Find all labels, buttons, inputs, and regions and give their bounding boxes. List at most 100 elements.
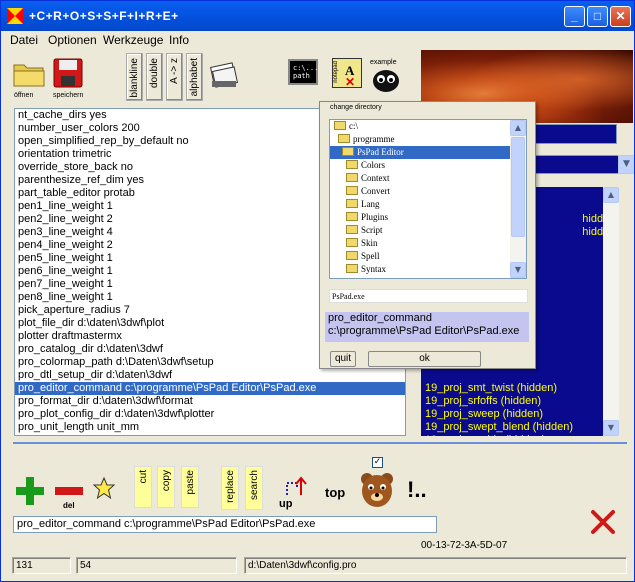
directory-item[interactable]: Lang: [330, 198, 512, 211]
list-item[interactable]: pro_unit_length unit_mm: [15, 421, 405, 434]
list-item[interactable]: 19_proj_swept_blend (hidden): [421, 421, 619, 434]
search-button[interactable]: search: [245, 466, 263, 510]
directory-item[interactable]: Script: [330, 224, 512, 237]
separator: [13, 442, 627, 444]
list-item[interactable]: pro_dtl_setup_dir d:\daten\3dwf: [15, 369, 405, 382]
save-label: speichern: [53, 92, 84, 99]
double-button[interactable]: double: [146, 53, 163, 101]
title-bar[interactable]: +C+R+O+S+S+F+I+R+E+ _ □ ✕: [1, 1, 634, 31]
list-item[interactable]: 19_proj_sweep (hidden): [421, 408, 619, 421]
cut-button[interactable]: cut: [134, 466, 152, 508]
maximize-button[interactable]: □: [587, 6, 608, 27]
menu-datei[interactable]: Datei: [10, 33, 38, 47]
directory-label: Syntax: [361, 264, 387, 274]
list-item[interactable]: 19_proj_swpbln (hidden): [421, 434, 619, 436]
minimize-button[interactable]: _: [564, 6, 585, 27]
folder-icon: [346, 173, 358, 182]
directory-item[interactable]: Colors: [330, 159, 512, 172]
directory-label: programme: [353, 134, 395, 144]
close-button[interactable]: ✕: [610, 6, 631, 27]
option-checkbox[interactable]: ✓: [372, 457, 383, 468]
mac-address: 00-13-72-3A-5D-07: [421, 540, 508, 551]
directory-item[interactable]: Context: [330, 172, 512, 185]
example-label: example: [370, 59, 397, 66]
exit-x-icon[interactable]: [590, 509, 616, 535]
scroll-down-icon[interactable]: ▼: [603, 420, 619, 436]
folder-icon: [346, 251, 358, 260]
list-item[interactable]: en): [421, 369, 619, 382]
command-input[interactable]: pro_editor_command c:\programme\PsPad Ed…: [13, 516, 437, 533]
menu-bar: Datei Optionen Werkzeuge Info: [1, 31, 634, 49]
open-folder-icon[interactable]: [13, 59, 45, 87]
directory-label: Plugins: [361, 212, 389, 222]
change-directory-dialog: change directory c:\ programme PsPad Edito…: [319, 101, 536, 369]
list-item[interactable]: 19_proj_srfoffs (hidden): [421, 395, 619, 408]
dialog-info: pro_editor_command c:\programme\PsPad Ed…: [325, 312, 529, 342]
directory-label: Context: [361, 173, 390, 183]
filename-field[interactable]: PsPad.exe: [329, 289, 528, 303]
menu-optionen[interactable]: Optionen: [48, 33, 97, 47]
scroll-thumb[interactable]: [511, 137, 525, 237]
star-icon[interactable]: [93, 477, 115, 499]
card-file-icon[interactable]: [208, 59, 240, 89]
folder-icon: [346, 199, 358, 208]
status-line: 54: [76, 557, 237, 574]
scroll-up-icon[interactable]: ▲: [603, 187, 619, 203]
list-item[interactable]: pro_format_dir d:\daten\3dwf\format: [15, 395, 405, 408]
copy-button[interactable]: copy: [157, 466, 175, 508]
bear-icon[interactable]: [359, 471, 395, 509]
right-list-scrollbar[interactable]: ▲ ▼: [603, 187, 619, 436]
directory-item[interactable]: Convert: [330, 185, 512, 198]
directory-item[interactable]: PsPad Editor: [330, 146, 512, 159]
folder-icon: [346, 264, 358, 273]
alphabet-button[interactable]: alphabet: [186, 53, 203, 101]
scroll-down-icon[interactable]: ▼: [510, 262, 526, 278]
ok-button[interactable]: ok: [368, 351, 481, 367]
delete-minus-icon[interactable]: [54, 485, 84, 497]
folder-icon: [346, 238, 358, 247]
list-item[interactable]: 19_proj_smt_twist (hidden): [421, 382, 619, 395]
paste-button[interactable]: paste: [181, 466, 199, 508]
chevron-down-icon[interactable]: ▼: [618, 155, 634, 174]
example-ghost-icon[interactable]: [371, 67, 401, 93]
top-button[interactable]: top: [325, 485, 345, 500]
folder-icon: [346, 186, 358, 195]
directory-list[interactable]: c:\ programme PsPad Editor Colors Context Con…: [329, 119, 527, 279]
status-path: d:\Daten\3dwf\config.pro: [244, 557, 627, 574]
move-up-arrow-icon[interactable]: [281, 475, 309, 497]
list-item[interactable]: pro_editor_command c:\programme\PsPad Ed…: [15, 382, 405, 395]
up-label[interactable]: up: [279, 498, 292, 510]
directory-item[interactable]: Spell: [330, 250, 512, 263]
directory-item[interactable]: Syntax: [330, 263, 512, 276]
replace-button[interactable]: replace: [221, 466, 239, 510]
path-icon[interactable]: c:\... path: [288, 59, 318, 85]
dialog-info-key: pro_editor_command: [328, 312, 432, 324]
directory-label: Script: [361, 225, 383, 235]
scroll-up-icon[interactable]: ▲: [510, 120, 526, 136]
directory-item[interactable]: programme: [330, 133, 512, 146]
blankline-button[interactable]: blankline: [126, 53, 143, 101]
directory-label: Colors: [361, 160, 386, 170]
directory-label: Spell: [361, 251, 380, 261]
save-disk-icon[interactable]: [53, 58, 83, 88]
dialog-info-path: c:\programme\PsPad Editor\PsPad.exe: [328, 325, 520, 337]
directory-item[interactable]: Skin: [330, 237, 512, 250]
directory-item[interactable]: Plugins: [330, 211, 512, 224]
menu-info[interactable]: Info: [169, 33, 189, 47]
folder-icon: [342, 147, 354, 156]
add-plus-icon[interactable]: [15, 476, 45, 506]
app-window: +C+R+O+S+S+F+I+R+E+ _ □ ✕ Datei Optionen…: [0, 0, 635, 582]
menu-werkzeuge[interactable]: Werkzeuge: [103, 33, 163, 47]
directory-label: Skin: [361, 238, 378, 248]
list-item[interactable]: pro_plot_config_dir d:\daten\3dwf\plotte…: [15, 408, 405, 421]
window-title: +C+R+O+S+S+F+I+R+E+: [29, 9, 179, 23]
folder-icon: [334, 121, 346, 130]
dialog-title: change directory: [330, 104, 382, 111]
sort-az-button[interactable]: A -> z: [166, 53, 183, 101]
exclamation-icon[interactable]: !..: [407, 477, 427, 503]
directory-scrollbar[interactable]: ▲ ▼: [510, 120, 526, 278]
directory-item[interactable]: c:\: [330, 120, 512, 133]
directory-label: Lang: [361, 199, 380, 209]
notepad-icon[interactable]: notepad A ✕: [332, 58, 362, 89]
quit-button[interactable]: quit: [330, 351, 356, 367]
